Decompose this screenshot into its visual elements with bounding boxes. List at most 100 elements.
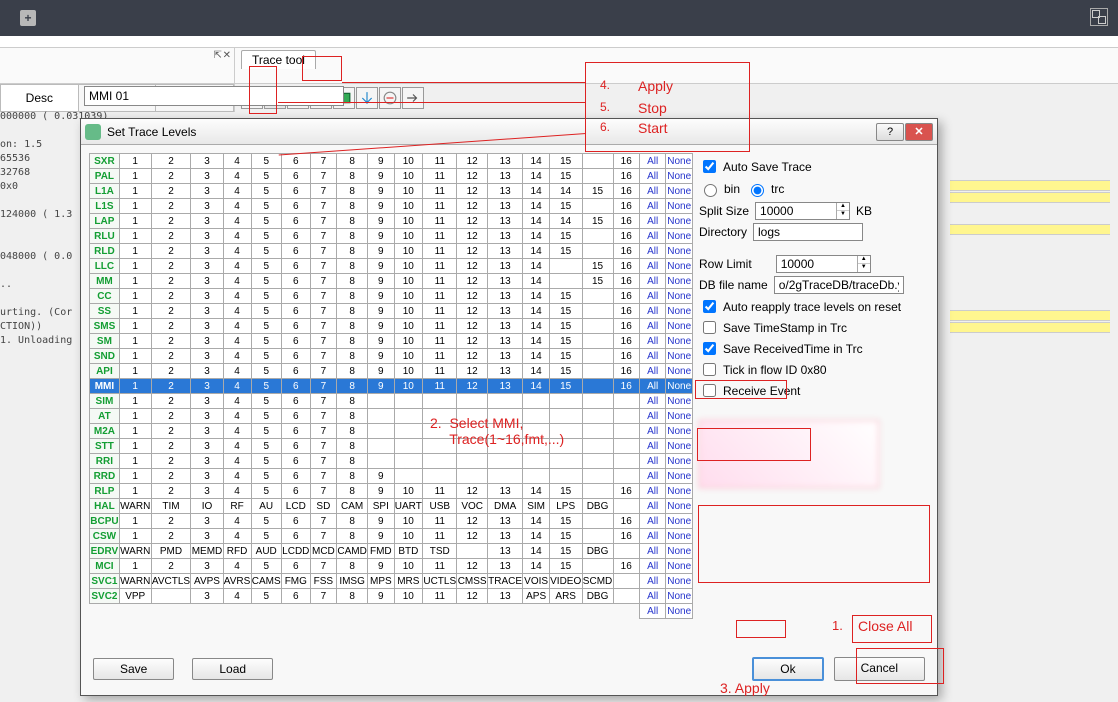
all-button[interactable]: All: [639, 154, 665, 169]
level-row-cc[interactable]: CC12345678910111213141516AllNone: [90, 289, 693, 304]
level-row-hal[interactable]: HALWARNTIMIORFAULCDSDCAMSPIUARTUSBVOCDMA…: [90, 499, 693, 514]
all-button[interactable]: All: [639, 364, 665, 379]
level-row-ss[interactable]: SS12345678910111213141516AllNone: [90, 304, 693, 319]
level-row-sm[interactable]: SM12345678910111213141516AllNone: [90, 334, 693, 349]
expand-icon[interactable]: [1090, 8, 1108, 26]
level-row-svc2[interactable]: SVC2VPP345678910111213APSARSDBGAllNone: [90, 589, 693, 604]
level-row-rri[interactable]: RRI12345678AllNone: [90, 454, 693, 469]
directory-input[interactable]: [753, 223, 863, 241]
none-button[interactable]: None: [666, 529, 693, 544]
row-limit-input[interactable]: ▲▼: [776, 255, 871, 273]
level-row-csw[interactable]: CSW12345678910111213141516AllNone: [90, 529, 693, 544]
all-button[interactable]: All: [639, 274, 665, 289]
all-button[interactable]: All: [639, 229, 665, 244]
all-button[interactable]: All: [639, 544, 665, 559]
none-button[interactable]: None: [666, 154, 693, 169]
toolbar-btn-7[interactable]: [379, 87, 401, 109]
none-button[interactable]: None: [666, 184, 693, 199]
none-button[interactable]: None: [666, 574, 693, 589]
none-button[interactable]: None: [666, 454, 693, 469]
all-button[interactable]: All: [639, 439, 665, 454]
level-row-llc[interactable]: LLC12345678910111213141516AllNone: [90, 259, 693, 274]
all-button[interactable]: All: [639, 394, 665, 409]
new-tab-icon[interactable]: +: [20, 10, 36, 26]
all-button[interactable]: All: [639, 214, 665, 229]
none-button[interactable]: None: [666, 259, 693, 274]
help-button[interactable]: ?: [876, 123, 904, 141]
all-button[interactable]: All: [639, 244, 665, 259]
level-row-bcpu[interactable]: BCPU12345678910111213141516AllNone: [90, 514, 693, 529]
all-button[interactable]: All: [639, 349, 665, 364]
cancel-button[interactable]: Cancel: [834, 657, 925, 681]
all-button[interactable]: All: [639, 409, 665, 424]
none-button[interactable]: None: [666, 319, 693, 334]
all-button[interactable]: All: [639, 199, 665, 214]
level-row-mci[interactable]: MCI12345678910111213141516AllNone: [90, 559, 693, 574]
format-radios[interactable]: bin trc: [699, 179, 929, 199]
none-button[interactable]: None: [666, 514, 693, 529]
save-button[interactable]: Save: [93, 658, 174, 680]
level-row-sim[interactable]: SIM12345678AllNone: [90, 394, 693, 409]
none-button[interactable]: None: [666, 409, 693, 424]
auto-reapply-check[interactable]: Auto reapply trace levels on reset: [699, 297, 929, 316]
trace-tool-tab[interactable]: Trace tool: [241, 50, 316, 69]
db-file-input[interactable]: [774, 276, 904, 294]
level-row-rlp[interactable]: RLP12345678910111213141516AllNone: [90, 484, 693, 499]
all-button[interactable]: All: [639, 289, 665, 304]
level-row-edrv[interactable]: EDRVWARNPMDMEMDRFDAUDLCDDMCDCAMDFMDBTDTS…: [90, 544, 693, 559]
none-button[interactable]: None: [666, 379, 693, 394]
all-button[interactable]: All: [639, 514, 665, 529]
none-button[interactable]: None: [666, 394, 693, 409]
split-size-input[interactable]: ▲▼: [755, 202, 850, 220]
all-button[interactable]: All: [639, 454, 665, 469]
all-button[interactable]: All: [639, 304, 665, 319]
dialog-titlebar[interactable]: Set Trace Levels ? ✕: [81, 119, 937, 145]
none-button[interactable]: None: [666, 304, 693, 319]
all-button[interactable]: All: [639, 184, 665, 199]
ok-button[interactable]: Ok: [752, 657, 823, 681]
none-button[interactable]: None: [666, 199, 693, 214]
tick-flow-check[interactable]: Tick in flow ID 0x80: [699, 360, 929, 379]
all-button[interactable]: All: [639, 334, 665, 349]
level-row-api[interactable]: API12345678910111213141516AllNone: [90, 364, 693, 379]
level-row-lap[interactable]: LAP1234567891011121314141516AllNone: [90, 214, 693, 229]
all-button[interactable]: All: [639, 424, 665, 439]
auto-save-check[interactable]: Auto Save Trace: [699, 157, 929, 176]
save-rt-check[interactable]: Save ReceivedTime in Trc: [699, 339, 929, 358]
all-button[interactable]: All: [639, 169, 665, 184]
none-button[interactable]: None: [666, 214, 693, 229]
none-button[interactable]: None: [666, 274, 693, 289]
none-button[interactable]: None: [666, 544, 693, 559]
all-button[interactable]: All: [639, 319, 665, 334]
none-button[interactable]: None: [666, 334, 693, 349]
pin-close-icons[interactable]: ⇱ ✕: [213, 50, 230, 61]
levels-grid[interactable]: SXR12345678910111213141516AllNonePAL1234…: [89, 153, 693, 649]
none-button[interactable]: None: [666, 589, 693, 604]
none-button[interactable]: None: [666, 484, 693, 499]
level-row-at[interactable]: AT12345678AllNone: [90, 409, 693, 424]
load-button[interactable]: Load: [192, 658, 273, 680]
none-button[interactable]: None: [666, 169, 693, 184]
all-button[interactable]: All: [639, 589, 665, 604]
level-row-mm[interactable]: MM12345678910111213141516AllNone: [90, 274, 693, 289]
all-button[interactable]: All: [639, 529, 665, 544]
all-button[interactable]: All: [639, 259, 665, 274]
none-button[interactable]: None: [666, 469, 693, 484]
all-button[interactable]: All: [639, 469, 665, 484]
level-row-sxr[interactable]: SXR12345678910111213141516AllNone: [90, 154, 693, 169]
all-master[interactable]: All: [639, 604, 665, 619]
toolbar-btn-8[interactable]: [402, 87, 424, 109]
level-row-pal[interactable]: PAL12345678910111213141516AllNone: [90, 169, 693, 184]
level-row-svc1[interactable]: SVC1WARNAVCTLSAVPSAVRSCAMSFMGFSSIMSGMPSM…: [90, 574, 693, 589]
all-button[interactable]: All: [639, 574, 665, 589]
level-row-mmi[interactable]: MMI12345678910111213141516AllNone: [90, 379, 693, 394]
level-row-rld[interactable]: RLD12345678910111213141516AllNone: [90, 244, 693, 259]
none-button[interactable]: None: [666, 244, 693, 259]
none-button[interactable]: None: [666, 439, 693, 454]
level-row-snd[interactable]: SND12345678910111213141516AllNone: [90, 349, 693, 364]
level-row-m2a[interactable]: M2A12345678AllNone: [90, 424, 693, 439]
all-button[interactable]: All: [639, 379, 665, 394]
level-row-rrd[interactable]: RRD123456789AllNone: [90, 469, 693, 484]
save-ts-check[interactable]: Save TimeStamp in Trc: [699, 318, 929, 337]
level-row-l1a[interactable]: L1A1234567891011121314141516AllNone: [90, 184, 693, 199]
